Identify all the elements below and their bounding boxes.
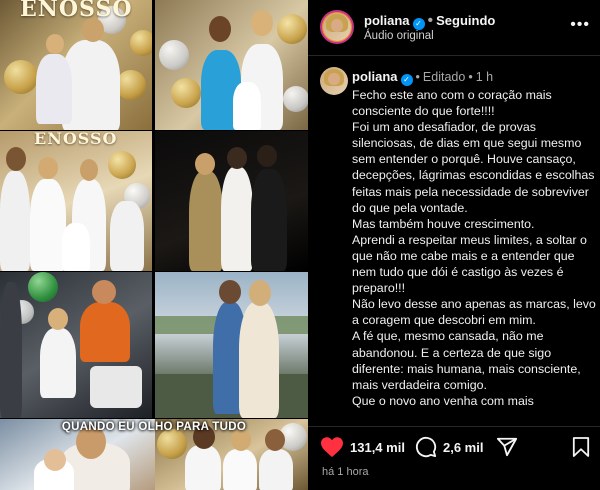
photo-birthday-mother-daughter: ENOSSO bbox=[0, 0, 152, 130]
bookmark-icon bbox=[572, 437, 590, 457]
post-header: poliana ✓ • Seguindo Áudio original ••• bbox=[308, 0, 600, 56]
photo-night-couple bbox=[155, 131, 308, 271]
like-button[interactable]: 131,4 mil bbox=[320, 435, 405, 459]
party-banner-text: ENOSSO bbox=[20, 0, 133, 22]
verified-badge-icon: ✓ bbox=[400, 74, 413, 86]
photo-couple-outdoor bbox=[155, 272, 308, 418]
party-banner-text-2: ENOSSO bbox=[34, 131, 118, 148]
post-actions-bar: 131,4 mil 2,6 mil bbox=[308, 426, 600, 466]
share-icon bbox=[496, 437, 518, 457]
heart-icon bbox=[321, 437, 343, 457]
following-button[interactable]: Seguindo bbox=[436, 13, 495, 28]
author-line: poliana ✓ • Seguindo bbox=[364, 12, 496, 30]
edited-label: Editado bbox=[422, 70, 466, 84]
verified-badge-icon: ✓ bbox=[412, 18, 425, 30]
photo-girls-balloons bbox=[155, 0, 308, 130]
caption-author-username[interactable]: poliana bbox=[352, 69, 398, 84]
video-caption-overlay: QUANDO EU OLHO PARA TUDO bbox=[61, 421, 247, 433]
post-media-collage[interactable]: ENOSSO ENOSSO QUANDO EU OLHO PARA TUDO bbox=[0, 0, 308, 490]
photo-family-group: ENOSSO bbox=[0, 131, 152, 271]
author-avatar[interactable] bbox=[320, 10, 354, 44]
share-button[interactable] bbox=[496, 435, 518, 459]
post-timestamp: há 1 hora bbox=[322, 466, 369, 478]
caption-comment: poliana ✓ • Editado • 1 h Fecho este ano com … bbox=[308, 57, 600, 425]
caption-meta: poliana ✓ • Editado • 1 h bbox=[352, 69, 494, 86]
audio-label[interactable]: Áudio original bbox=[364, 30, 434, 42]
comments-count: 2,6 mil bbox=[443, 439, 484, 455]
caption-author-avatar[interactable] bbox=[320, 67, 348, 95]
caption-text: Fecho este ano com o coração mais consci… bbox=[352, 88, 596, 408]
author-username[interactable]: poliana bbox=[364, 13, 410, 28]
save-button[interactable] bbox=[572, 435, 590, 459]
caption-time: 1 h bbox=[475, 70, 494, 84]
likes-count: 131,4 mil bbox=[350, 439, 405, 455]
comment-icon bbox=[415, 436, 437, 458]
more-options-icon[interactable]: ••• bbox=[570, 16, 590, 34]
photo-kids-soccer-party bbox=[0, 272, 152, 418]
post-details-panel: poliana ✓ • Seguindo Áudio original ••• pol… bbox=[308, 0, 600, 490]
comment-button[interactable]: 2,6 mil bbox=[415, 435, 483, 459]
